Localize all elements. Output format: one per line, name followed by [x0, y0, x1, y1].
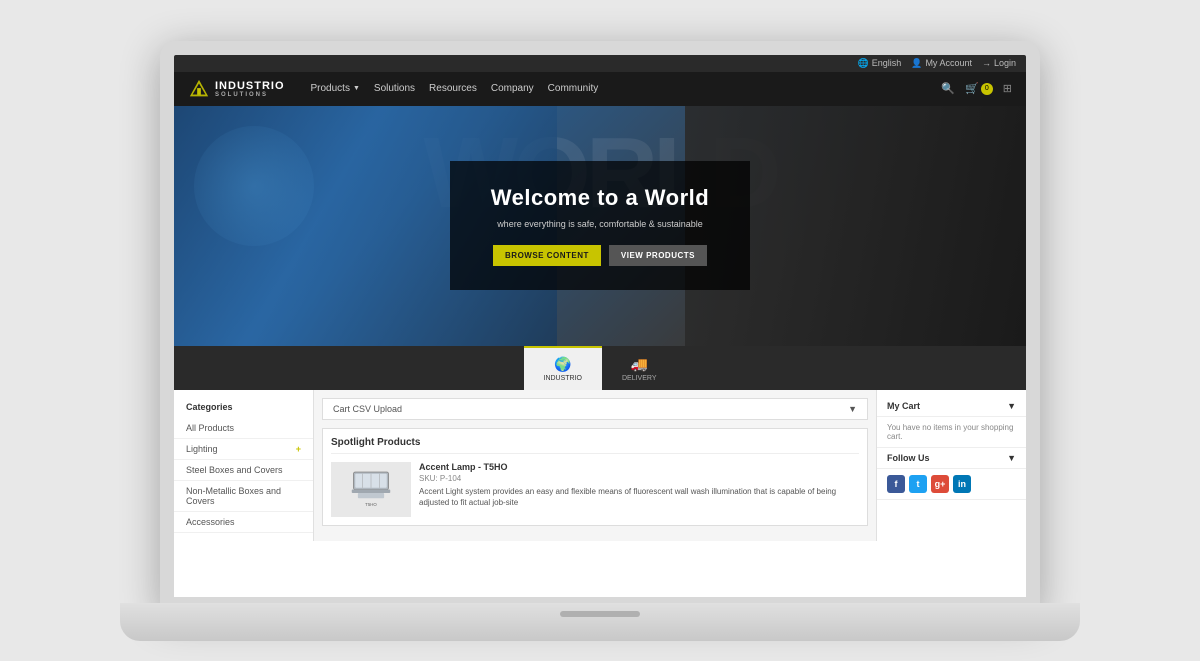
laptop-frame: 🌐 English 👤 My Account → Login — [120, 11, 1080, 651]
tab-industrio[interactable]: 🌍 INDUSTRIO — [524, 346, 603, 390]
dropdown-arrow-icon: ▼ — [353, 85, 360, 92]
csv-upload-bar[interactable]: Cart CSV Upload ▼ — [322, 398, 868, 420]
brand-logo[interactable]: INDUSTRIO SOLUTIONS — [188, 78, 285, 100]
cart-empty-message: You have no items in your shopping cart. — [887, 423, 1013, 441]
product-image-svg: T5HO — [336, 467, 406, 512]
login-link[interactable]: → Login — [982, 58, 1016, 68]
svg-text:T5HO: T5HO — [365, 502, 377, 507]
hero-subtitle: where everything is safe, comfortable & … — [490, 219, 710, 229]
cart-badge: 0 — [981, 83, 993, 95]
nav-company[interactable]: Company — [491, 83, 534, 94]
social-icons-group: f t g+ in — [877, 469, 1026, 499]
spotlight-title: Spotlight Products — [331, 437, 859, 454]
hero-title: Welcome to a World — [490, 185, 710, 211]
delivery-tab-icon: 🚚 — [631, 356, 648, 373]
utility-bar: 🌐 English 👤 My Account → Login — [174, 55, 1026, 72]
nav-solutions[interactable]: Solutions — [374, 83, 415, 94]
main-nav: INDUSTRIO SOLUTIONS Products ▼ Solutions… — [174, 72, 1026, 106]
nav-community[interactable]: Community — [548, 83, 599, 94]
cart-icon[interactable]: 🛒0 — [965, 82, 993, 95]
google-plus-icon[interactable]: g+ — [931, 475, 949, 493]
sidebar-item-lighting[interactable]: Lighting + — [174, 439, 313, 460]
csv-label: Cart CSV Upload — [333, 404, 402, 414]
sidebar-item-accessories[interactable]: Accessories — [174, 512, 313, 533]
cart-widget-body: You have no items in your shopping cart. — [877, 417, 1026, 447]
language-selector[interactable]: 🌐 English — [857, 58, 901, 69]
screen-content: 🌐 English 👤 My Account → Login — [174, 55, 1026, 597]
nav-products[interactable]: Products ▼ — [311, 83, 360, 94]
product-name: Accent Lamp - T5HO — [419, 462, 859, 472]
industrio-tab-icon: 🌍 — [554, 356, 571, 373]
follow-widget-dropdown-icon[interactable]: ▼ — [1007, 453, 1016, 463]
nav-menu: Products ▼ Solutions Resources Company C… — [311, 83, 926, 94]
follow-widget-header: Follow Us ▼ — [877, 448, 1026, 469]
account-link[interactable]: 👤 My Account — [911, 58, 972, 69]
search-icon[interactable]: 🔍 — [941, 82, 955, 95]
cart-widget-header: My Cart ▼ — [877, 396, 1026, 417]
laptop-screen-bezel: 🌐 English 👤 My Account → Login — [160, 41, 1040, 611]
product-image: T5HO — [331, 462, 411, 517]
cart-widget: My Cart ▼ You have no items in your shop… — [877, 396, 1026, 448]
nav-resources[interactable]: Resources — [429, 83, 477, 94]
sidebar-categories: Categories All Products Lighting + Steel… — [174, 390, 314, 541]
industrio-tab-label: INDUSTRIO — [544, 375, 583, 382]
nav-actions: 🔍 🛒0 ⊞ — [941, 82, 1012, 95]
twitter-icon[interactable]: t — [909, 475, 927, 493]
browse-content-button[interactable]: BROWSE CONTENT — [493, 245, 601, 266]
tab-delivery[interactable]: 🚚 DELIVERY — [602, 346, 677, 390]
sidebar-title: Categories — [174, 398, 313, 418]
hero-buttons: BROWSE CONTENT VIEW PRODUCTS — [490, 245, 710, 266]
product-description: Accent Light system provides an easy and… — [419, 486, 859, 508]
right-sidebar: My Cart ▼ You have no items in your shop… — [876, 390, 1026, 541]
cart-title: My Cart — [887, 401, 920, 411]
globe-icon: 🌐 — [857, 58, 868, 69]
nav-extra-icon[interactable]: ⊞ — [1003, 82, 1012, 95]
main-content: Categories All Products Lighting + Steel… — [174, 390, 1026, 541]
spotlight-section: Spotlight Products — [322, 428, 868, 526]
user-icon: 👤 — [911, 58, 922, 69]
product-sku: SKU: P-104 — [419, 474, 859, 483]
logo-icon — [188, 78, 210, 100]
hero-section: WORLD Welcome to a World where everythin… — [174, 106, 1026, 346]
sidebar-item-all-products[interactable]: All Products — [174, 418, 313, 439]
laptop-base — [120, 603, 1080, 641]
sidebar-item-steel-boxes[interactable]: Steel Boxes and Covers — [174, 460, 313, 481]
product-card: T5HO Accent Lamp - T5HO SKU: P-104 Accen… — [331, 462, 859, 517]
follow-title: Follow Us — [887, 453, 930, 463]
hero-tabs: 🌍 INDUSTRIO 🚚 DELIVERY — [174, 346, 1026, 390]
expand-icon: + — [296, 444, 301, 454]
sidebar-item-non-metallic[interactable]: Non-Metallic Boxes and Covers — [174, 481, 313, 512]
follow-widget: Follow Us ▼ f t g+ in — [877, 448, 1026, 500]
hero-content: Welcome to a World where everything is s… — [450, 161, 750, 290]
linkedin-icon[interactable]: in — [953, 475, 971, 493]
login-icon: → — [982, 58, 991, 68]
delivery-tab-label: DELIVERY — [622, 375, 657, 382]
cart-widget-dropdown-icon[interactable]: ▼ — [1007, 401, 1016, 411]
center-area: Cart CSV Upload ▼ Spotlight Products — [314, 390, 876, 541]
csv-dropdown-icon[interactable]: ▼ — [848, 404, 857, 414]
view-products-button[interactable]: VIEW PRODUCTS — [609, 245, 707, 266]
facebook-icon[interactable]: f — [887, 475, 905, 493]
product-info: Accent Lamp - T5HO SKU: P-104 Accent Lig… — [419, 462, 859, 517]
